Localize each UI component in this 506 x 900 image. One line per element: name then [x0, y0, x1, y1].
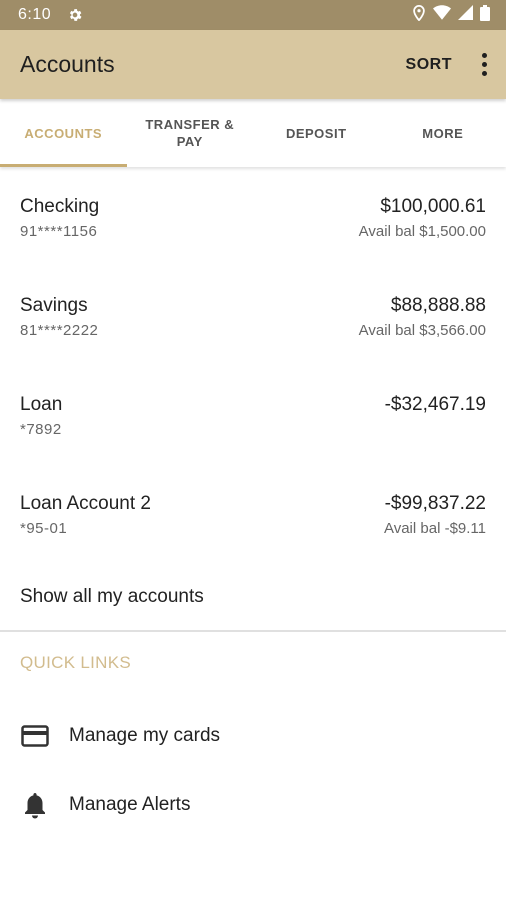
- tab-accounts[interactable]: ACCOUNTS: [0, 99, 127, 167]
- account-number: 91****1156: [20, 223, 98, 240]
- account-balance: -$99,837.22: [384, 493, 486, 514]
- account-row-checking[interactable]: Checking 91****1156 $100,000.61 Avail ba…: [0, 167, 506, 266]
- battery-icon: [480, 4, 490, 26]
- wifi-icon: [433, 5, 451, 25]
- cell-signal-icon: [458, 5, 473, 25]
- account-number: *7892: [20, 421, 62, 438]
- available-balance: Avail bal $3,566.00: [358, 322, 486, 339]
- account-row-loan[interactable]: Loan *7892 -$32,467.19: [0, 365, 506, 464]
- account-row-loan-account-2[interactable]: Loan Account 2 *95-01 -$99,837.22 Avail …: [0, 464, 506, 563]
- account-balance: -$32,467.19: [384, 394, 486, 415]
- settings-gear-icon: [67, 7, 83, 23]
- account-number: 81****2222: [20, 322, 99, 339]
- show-all-accounts-link[interactable]: Show all my accounts: [20, 586, 204, 608]
- account-balance: $88,888.88: [390, 295, 486, 316]
- account-name: Loan: [20, 394, 63, 415]
- account-row-savings[interactable]: Savings 81****2222 $88,888.88 Avail bal …: [0, 266, 506, 365]
- tab-bar: ACCOUNTS TRANSFER & PAY DEPOSIT MORE: [0, 99, 506, 167]
- quick-links-heading: QUICK LINKS: [20, 653, 131, 672]
- quick-link-label: Manage my cards: [69, 725, 221, 746]
- sort-button[interactable]: SORT: [406, 56, 452, 74]
- account-number: *95-01: [20, 520, 68, 537]
- available-balance: Avail bal $1,500.00: [358, 223, 486, 240]
- manage-cards-link[interactable]: Manage my cards: [20, 716, 220, 756]
- account-balance: $100,000.61: [380, 196, 486, 217]
- account-name: Checking: [20, 196, 100, 217]
- page-title: Accounts: [20, 51, 115, 77]
- status-bar: 6:10: [0, 0, 506, 30]
- quick-link-label: Manage Alerts: [69, 794, 191, 815]
- app-bar: Accounts SORT: [0, 30, 506, 99]
- account-list: Checking 91****1156 $100,000.61 Avail ba…: [0, 167, 506, 563]
- tab-more[interactable]: MORE: [380, 99, 506, 167]
- available-balance: Avail bal -$9.11: [383, 520, 486, 537]
- account-name: Savings: [20, 295, 88, 316]
- bell-icon: [20, 791, 50, 819]
- tab-deposit[interactable]: DEPOSIT: [253, 99, 380, 167]
- divider: [0, 630, 506, 632]
- manage-alerts-link[interactable]: Manage Alerts: [20, 785, 190, 825]
- credit-card-icon: [20, 725, 50, 747]
- account-name: Loan Account 2: [20, 493, 151, 514]
- status-time: 6:10: [18, 6, 52, 23]
- location-icon: [412, 4, 426, 26]
- overflow-menu-icon[interactable]: [476, 53, 492, 76]
- tab-transfer-pay[interactable]: TRANSFER & PAY: [127, 99, 254, 167]
